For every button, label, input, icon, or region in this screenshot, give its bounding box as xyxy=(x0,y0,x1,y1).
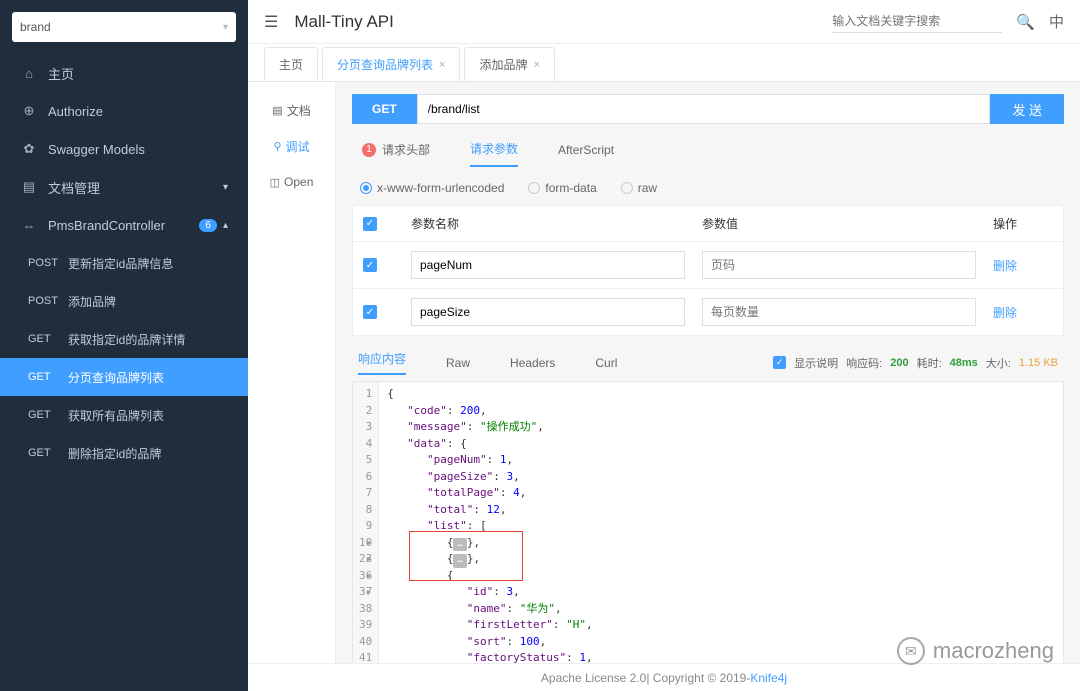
knife4j-link[interactable]: Knife4j xyxy=(750,671,787,685)
open-icon: ◫ xyxy=(270,176,280,189)
method-badge: GET xyxy=(352,94,417,124)
tab-home[interactable]: 主页 xyxy=(264,47,318,81)
nav-swagger[interactable]: ✿Swagger Models xyxy=(0,130,248,168)
body-type-raw[interactable]: raw xyxy=(621,181,657,195)
nav-home[interactable]: ⌂主页 xyxy=(0,54,248,92)
req-tab-after[interactable]: AfterScript xyxy=(558,143,614,165)
chevron-up-icon: ▴ xyxy=(223,220,228,231)
nav-controller[interactable]: ⇔PmsBrandController6▴ xyxy=(0,206,248,244)
col-name: 参数名称 xyxy=(411,215,702,232)
page-tabs: 主页 分页查询品牌列表× 添加品牌× xyxy=(248,44,1080,82)
main-area: ☰ Mall-Tiny API 🔍 中 主页 分页查询品牌列表× 添加品牌× ▤… xyxy=(248,0,1080,663)
endpoint-item[interactable]: GET获取所有品牌列表 xyxy=(0,396,248,434)
line-gutter: 123456789 ▸10 ▸23 ▸36 ▸37383940414243444… xyxy=(353,382,379,663)
param-name-input[interactable] xyxy=(411,298,685,326)
delete-link[interactable]: 删除 xyxy=(993,304,1053,321)
bug-icon: ⚲ xyxy=(273,140,281,153)
endpoint-item[interactable]: GET删除指定id的品牌 xyxy=(0,434,248,472)
language-toggle[interactable]: 中 xyxy=(1049,11,1064,32)
resp-tab-curl[interactable]: Curl xyxy=(595,356,617,370)
table-row: ✓ 删除 xyxy=(353,242,1063,289)
tab-add[interactable]: 添加品牌× xyxy=(464,47,554,81)
doc-icon: ▤ xyxy=(20,179,38,195)
body-type-form[interactable]: x-www-form-urlencoded xyxy=(360,181,504,195)
file-icon: ▤ xyxy=(272,104,282,117)
topbar: ☰ Mall-Tiny API 🔍 中 xyxy=(248,0,1080,44)
response-body[interactable]: 123456789 ▸10 ▸23 ▸36 ▸37383940414243444… xyxy=(352,381,1064,663)
lock-icon: ⊕ xyxy=(20,103,38,119)
sidebar-search[interactable]: ▾ xyxy=(12,12,236,42)
nav-authorize[interactable]: ⊕Authorize xyxy=(0,92,248,130)
nav-docs[interactable]: ▤文档管理▾ xyxy=(0,168,248,206)
show-desc-checkbox[interactable]: ✓ xyxy=(773,356,786,369)
checkbox[interactable]: ✓ xyxy=(363,305,377,319)
app-title: Mall-Tiny API xyxy=(294,12,394,32)
endpoint-item[interactable]: POST更新指定id品牌信息 xyxy=(0,244,248,282)
chevron-down-icon: ▾ xyxy=(223,22,228,33)
endpoint-item[interactable]: POST添加品牌 xyxy=(0,282,248,320)
endpoint-item[interactable]: GET获取指定id的品牌详情 xyxy=(0,320,248,358)
param-name-input[interactable] xyxy=(411,251,685,279)
close-icon[interactable]: × xyxy=(533,59,539,71)
footer: Apache License 2.0 | Copyright © 2019-Kn… xyxy=(248,663,1080,691)
link-icon: ⇔ xyxy=(20,218,38,233)
checkbox[interactable]: ✓ xyxy=(363,258,377,272)
url-input[interactable] xyxy=(417,94,991,124)
home-icon: ⌂ xyxy=(20,66,38,81)
debug-panel: GET 发 送 1请求头部 请求参数 AfterScript x-www-for… xyxy=(336,82,1080,663)
table-row: ✓ 删除 xyxy=(353,289,1063,335)
resp-tab-raw[interactable]: Raw xyxy=(446,356,470,370)
col-op: 操作 xyxy=(993,215,1053,232)
resp-tab-headers[interactable]: Headers xyxy=(510,356,555,370)
param-value-input[interactable] xyxy=(702,251,976,279)
gear-icon: ✿ xyxy=(20,141,38,157)
body-type-formdata[interactable]: form-data xyxy=(528,181,596,195)
section-nav: ▤文档 ⚲调试 ◫Open xyxy=(248,82,336,663)
sidebar: ▾ ⌂主页 ⊕Authorize ✿Swagger Models ▤文档管理▾ … xyxy=(0,0,248,691)
param-table: ✓ 参数名称 参数值 操作 ✓ 删除 ✓ 删除 xyxy=(352,205,1064,336)
count-badge: 1 xyxy=(362,143,376,157)
close-icon[interactable]: × xyxy=(439,59,445,71)
endpoint-item-active[interactable]: GET分页查询品牌列表 xyxy=(0,358,248,396)
section-open[interactable]: ◫Open xyxy=(248,164,335,200)
send-button[interactable]: 发 送 xyxy=(990,94,1064,124)
col-value: 参数值 xyxy=(702,215,993,232)
section-doc[interactable]: ▤文档 xyxy=(248,92,335,128)
chevron-down-icon: ▾ xyxy=(223,182,228,193)
doc-search-input[interactable] xyxy=(832,10,1002,33)
checkbox-all[interactable]: ✓ xyxy=(363,217,377,231)
json-code: { "code": 200, "message": "操作成功", "data"… xyxy=(379,382,1080,663)
req-tab-params[interactable]: 请求参数 xyxy=(470,140,518,167)
resp-tab-content[interactable]: 响应内容 xyxy=(358,350,406,375)
req-tab-headers[interactable]: 1请求头部 xyxy=(362,141,430,166)
search-icon[interactable]: 🔍 xyxy=(1016,13,1035,31)
tab-list[interactable]: 分页查询品牌列表× xyxy=(322,47,460,81)
count-badge: 6 xyxy=(199,219,217,232)
menu-collapse-icon[interactable]: ☰ xyxy=(264,12,278,32)
delete-link[interactable]: 删除 xyxy=(993,257,1053,274)
sidebar-search-input[interactable] xyxy=(20,20,223,34)
section-debug[interactable]: ⚲调试 xyxy=(248,128,335,164)
param-value-input[interactable] xyxy=(702,298,976,326)
